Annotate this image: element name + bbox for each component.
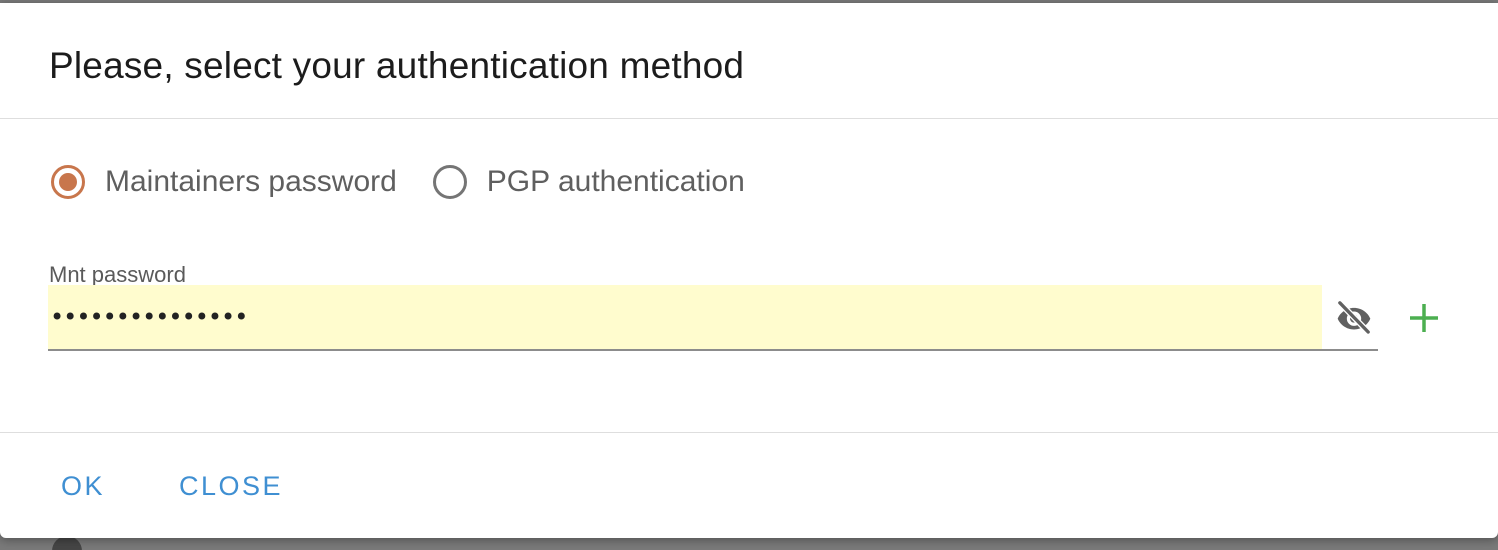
radio-label-pgp-authentication: PGP authentication bbox=[486, 165, 745, 198]
toggle-visibility-button[interactable] bbox=[1330, 295, 1378, 339]
dialog-body: Maintainers password PGP authentication … bbox=[0, 119, 1498, 433]
dialog-title: Please, select your authentication metho… bbox=[49, 45, 745, 86]
dialog-header: Please, select your authentication metho… bbox=[0, 3, 1498, 119]
backdrop-content bbox=[52, 536, 82, 550]
close-button[interactable]: CLOSE bbox=[179, 471, 283, 502]
ok-button[interactable]: OK bbox=[61, 471, 105, 502]
radio-unchecked-icon bbox=[432, 165, 467, 199]
radio-pgp-authentication[interactable]: PGP authentication bbox=[432, 165, 745, 199]
password-input[interactable] bbox=[48, 285, 1322, 349]
eye-off-icon bbox=[1336, 299, 1372, 335]
dialog-footer: OK CLOSE bbox=[0, 433, 1498, 537]
auth-method-radio-group: Maintainers password PGP authentication bbox=[51, 165, 781, 199]
radio-label-maintainers-password: Maintainers password bbox=[105, 165, 397, 198]
password-field bbox=[48, 285, 1378, 351]
radio-maintainers-password[interactable]: Maintainers password bbox=[51, 165, 397, 199]
add-password-button[interactable] bbox=[1404, 298, 1444, 338]
auth-method-dialog: Please, select your authentication metho… bbox=[0, 3, 1498, 538]
plus-icon bbox=[1410, 304, 1438, 332]
radio-checked-icon bbox=[51, 165, 85, 199]
radio-dot bbox=[59, 173, 77, 191]
